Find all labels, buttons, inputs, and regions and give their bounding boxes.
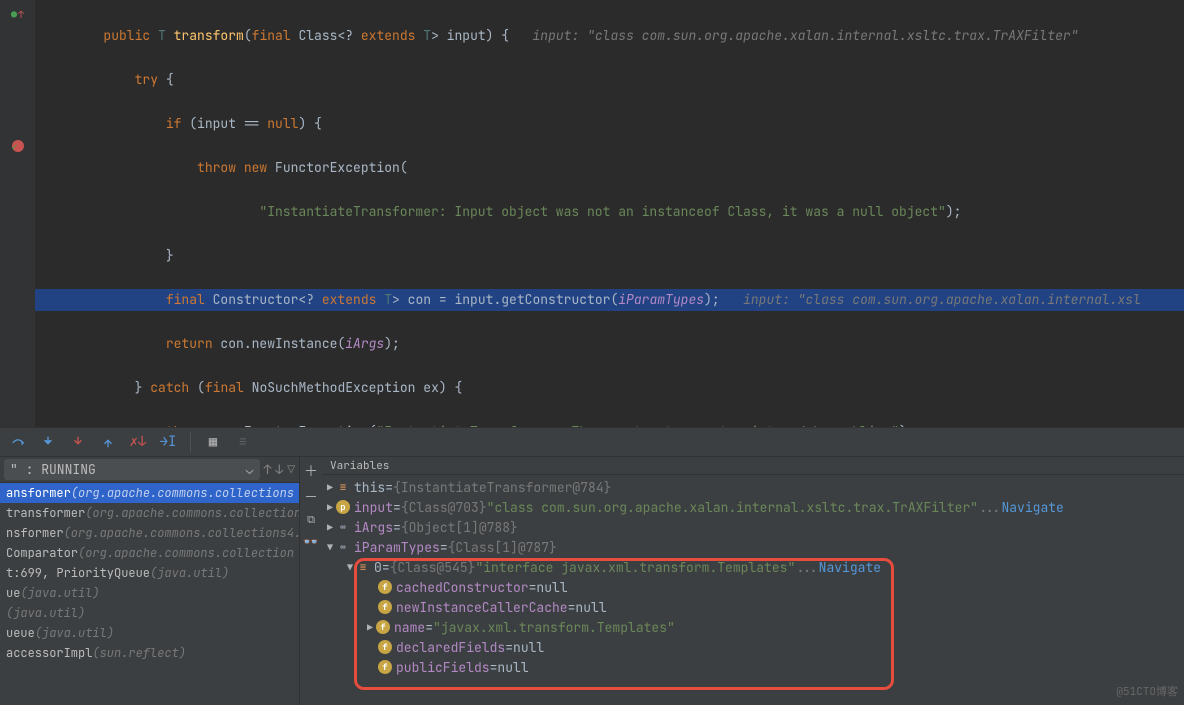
editor-gutter: ●↑ ✓ <box>0 0 35 427</box>
drop-frame-icon[interactable]: ✗↓ <box>130 434 146 450</box>
frames-panel: " : RUNNING ⌄ ↑ ↓ ▽ ansformer (org.apach… <box>0 457 300 705</box>
navigate-link[interactable]: Navigate <box>819 559 881 576</box>
copy-icon[interactable]: ⧉ <box>307 513 315 527</box>
watermark: @51CTO博客 <box>1116 683 1178 699</box>
frame-item: Comparator (org.apache.commons.collectio… <box>0 543 299 563</box>
filter-icon[interactable]: ▽ <box>287 461 295 478</box>
frame-item: ueue (java.util) <box>0 623 299 643</box>
frame-item: accessorImpl (sun.reflect) <box>0 643 299 663</box>
frame-item: t:699, PriorityQueue (java.util) <box>0 563 299 583</box>
frame-up-icon[interactable]: ↑ <box>264 461 272 478</box>
frames-list[interactable]: ansformer (org.apache.commons.collection… <box>0 483 299 705</box>
watch-icon[interactable]: 👓 <box>303 533 319 550</box>
evaluate-expression-icon[interactable]: ▦ <box>205 434 221 450</box>
step-over-icon[interactable] <box>10 434 26 450</box>
run-to-cursor-icon[interactable]: →I <box>160 434 176 450</box>
frame-item: nsformer (org.apache.commons.collections… <box>0 523 299 543</box>
debug-toolbar: ✗↓ →I ▦ ≡ <box>0 427 1184 457</box>
thread-label: " : RUNNING <box>10 461 96 478</box>
navigate-link[interactable]: Navigate <box>1001 499 1063 516</box>
step-into-icon[interactable] <box>40 434 56 450</box>
current-execution-line: final Constructor<? extends T> con = inp… <box>35 289 1184 311</box>
code-editor[interactable]: public T transform(final Class<? extends… <box>35 0 1184 427</box>
variables-tree[interactable]: ▶≡this = {InstantiateTransformer@784} ▶p… <box>322 475 1184 705</box>
frame-item: ansformer (org.apache.commons.collection… <box>0 483 299 503</box>
remove-watch-icon[interactable]: － <box>304 487 318 507</box>
frame-item: transformer (org.apache.commons.collecti… <box>0 503 299 523</box>
variables-label: Variables <box>330 459 389 473</box>
breakpoint-icon[interactable]: ✓ <box>12 140 24 152</box>
step-out-icon[interactable] <box>100 434 116 450</box>
thread-selector[interactable]: " : RUNNING ⌄ <box>4 459 260 480</box>
frame-item: ue (java.util) <box>0 583 299 603</box>
add-watch-icon[interactable]: ＋ <box>304 461 318 481</box>
frame-down-icon[interactable]: ↓ <box>275 461 283 478</box>
frame-item: (java.util) <box>0 603 299 623</box>
chevron-down-icon: ⌄ <box>246 461 254 478</box>
variables-panel: ＋ － ⧉ 👓 Variables ▶≡this = {InstantiateT… <box>300 457 1184 705</box>
force-step-into-icon[interactable] <box>70 434 86 450</box>
trace-icon[interactable]: ≡ <box>235 434 251 450</box>
